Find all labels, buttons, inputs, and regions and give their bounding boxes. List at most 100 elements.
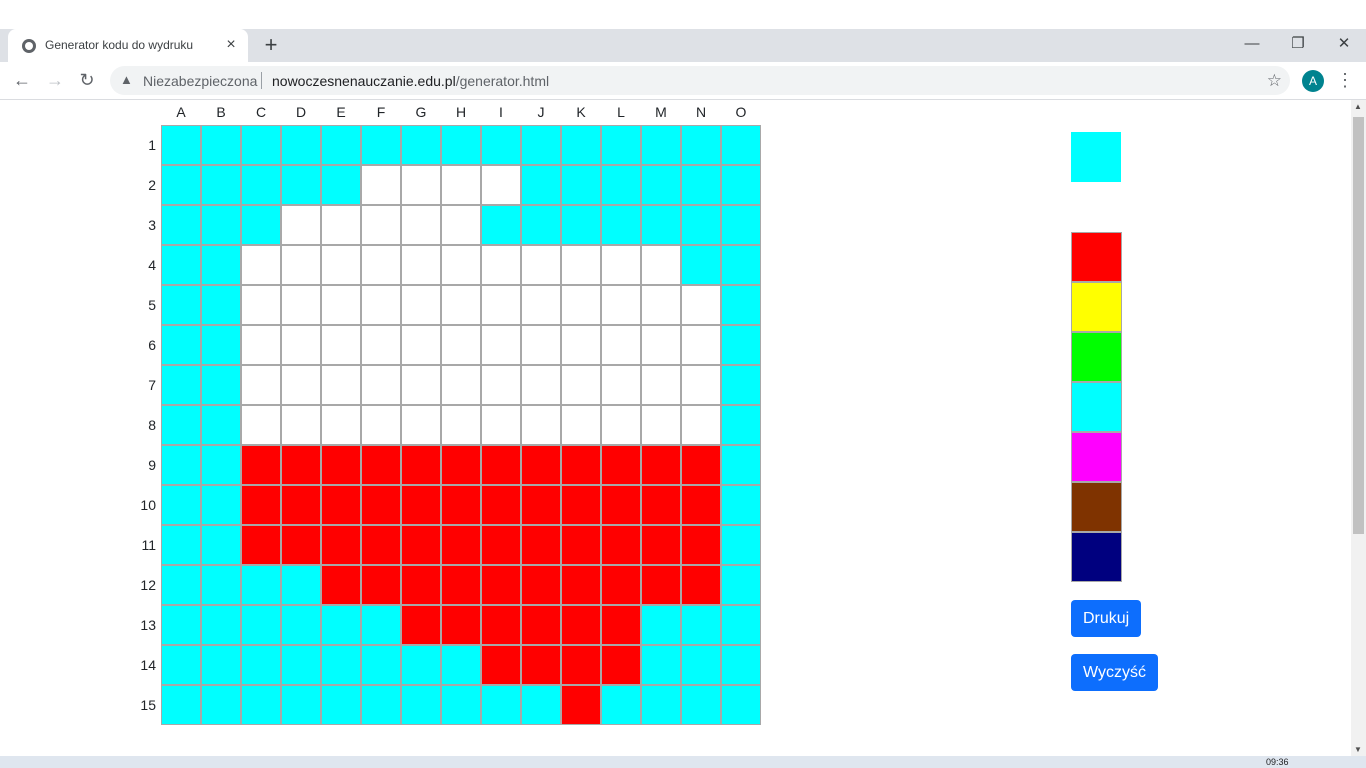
grid-cell-J14[interactable] — [521, 645, 561, 685]
grid-cell-E6[interactable] — [321, 325, 361, 365]
grid-cell-N11[interactable] — [681, 525, 721, 565]
grid-cell-J7[interactable] — [521, 365, 561, 405]
grid-cell-H14[interactable] — [441, 645, 481, 685]
grid-cell-D13[interactable] — [281, 605, 321, 645]
swatch-magenta[interactable] — [1071, 432, 1122, 482]
grid-cell-J5[interactable] — [521, 285, 561, 325]
grid-cell-D3[interactable] — [281, 205, 321, 245]
grid-cell-J12[interactable] — [521, 565, 561, 605]
swatch-cyan[interactable] — [1071, 382, 1122, 432]
grid-cell-I3[interactable] — [481, 205, 521, 245]
grid-cell-D2[interactable] — [281, 165, 321, 205]
grid-cell-L12[interactable] — [601, 565, 641, 605]
grid-cell-K3[interactable] — [561, 205, 601, 245]
grid-cell-B10[interactable] — [201, 485, 241, 525]
grid-cell-L13[interactable] — [601, 605, 641, 645]
grid-cell-L6[interactable] — [601, 325, 641, 365]
grid-cell-E11[interactable] — [321, 525, 361, 565]
grid-cell-N1[interactable] — [681, 125, 721, 165]
grid-cell-E14[interactable] — [321, 645, 361, 685]
grid-cell-M10[interactable] — [641, 485, 681, 525]
swatch-yellow[interactable] — [1071, 282, 1122, 332]
grid-cell-D1[interactable] — [281, 125, 321, 165]
print-button[interactable]: Drukuj — [1071, 600, 1142, 637]
grid-cell-F11[interactable] — [361, 525, 401, 565]
grid-cell-C10[interactable] — [241, 485, 281, 525]
grid-cell-J6[interactable] — [521, 325, 561, 365]
grid-cell-C15[interactable] — [241, 685, 281, 725]
grid-cell-A10[interactable] — [161, 485, 201, 525]
grid-cell-H8[interactable] — [441, 405, 481, 445]
grid-cell-F14[interactable] — [361, 645, 401, 685]
grid-cell-I14[interactable] — [481, 645, 521, 685]
new-tab-button[interactable]: + — [260, 33, 282, 57]
grid-cell-M3[interactable] — [641, 205, 681, 245]
grid-cell-A9[interactable] — [161, 445, 201, 485]
grid-cell-E7[interactable] — [321, 365, 361, 405]
back-arrow-icon[interactable]: ← — [10, 68, 34, 92]
grid-cell-M5[interactable] — [641, 285, 681, 325]
grid-cell-G3[interactable] — [401, 205, 441, 245]
grid-cell-F7[interactable] — [361, 365, 401, 405]
grid-cell-G12[interactable] — [401, 565, 441, 605]
grid-cell-L10[interactable] — [601, 485, 641, 525]
grid-cell-A5[interactable] — [161, 285, 201, 325]
grid-cell-B3[interactable] — [201, 205, 241, 245]
grid-cell-C9[interactable] — [241, 445, 281, 485]
grid-cell-A8[interactable] — [161, 405, 201, 445]
grid-cell-K10[interactable] — [561, 485, 601, 525]
grid-cell-B15[interactable] — [201, 685, 241, 725]
grid-cell-G15[interactable] — [401, 685, 441, 725]
forward-arrow-icon[interactable]: → — [43, 68, 67, 92]
grid-cell-G5[interactable] — [401, 285, 441, 325]
grid-cell-K13[interactable] — [561, 605, 601, 645]
clear-button[interactable]: Wyczyść — [1071, 654, 1158, 691]
grid-cell-H12[interactable] — [441, 565, 481, 605]
grid-cell-F3[interactable] — [361, 205, 401, 245]
grid-cell-O4[interactable] — [721, 245, 761, 285]
grid-cell-B14[interactable] — [201, 645, 241, 685]
grid-cell-F2[interactable] — [361, 165, 401, 205]
grid-cell-B6[interactable] — [201, 325, 241, 365]
grid-cell-A13[interactable] — [161, 605, 201, 645]
grid-cell-C11[interactable] — [241, 525, 281, 565]
grid-cell-E10[interactable] — [321, 485, 361, 525]
grid-cell-O11[interactable] — [721, 525, 761, 565]
grid-cell-A12[interactable] — [161, 565, 201, 605]
grid-cell-F5[interactable] — [361, 285, 401, 325]
swatch-brown[interactable] — [1071, 482, 1122, 532]
url-text[interactable]: nowoczesnenauczanie.edu.pl/generator.htm… — [272, 73, 549, 89]
grid-cell-J4[interactable] — [521, 245, 561, 285]
grid-cell-K11[interactable] — [561, 525, 601, 565]
grid-cell-L9[interactable] — [601, 445, 641, 485]
profile-avatar[interactable]: A — [1302, 70, 1324, 92]
grid-cell-E4[interactable] — [321, 245, 361, 285]
grid-cell-N5[interactable] — [681, 285, 721, 325]
grid-cell-E13[interactable] — [321, 605, 361, 645]
grid-cell-L14[interactable] — [601, 645, 641, 685]
grid-cell-D12[interactable] — [281, 565, 321, 605]
restore-button[interactable]: ❐ — [1283, 33, 1313, 55]
grid-cell-M12[interactable] — [641, 565, 681, 605]
grid-cell-H13[interactable] — [441, 605, 481, 645]
grid-cell-J10[interactable] — [521, 485, 561, 525]
grid-cell-I13[interactable] — [481, 605, 521, 645]
grid-cell-C8[interactable] — [241, 405, 281, 445]
grid-cell-J3[interactable] — [521, 205, 561, 245]
grid-cell-O2[interactable] — [721, 165, 761, 205]
grid-cell-D10[interactable] — [281, 485, 321, 525]
swatch-red[interactable] — [1071, 232, 1122, 282]
grid-cell-I10[interactable] — [481, 485, 521, 525]
grid-cell-H15[interactable] — [441, 685, 481, 725]
grid-cell-N2[interactable] — [681, 165, 721, 205]
grid-cell-K4[interactable] — [561, 245, 601, 285]
close-tab-icon[interactable]: × — [222, 36, 240, 54]
grid-cell-A11[interactable] — [161, 525, 201, 565]
grid-cell-M11[interactable] — [641, 525, 681, 565]
grid-cell-A2[interactable] — [161, 165, 201, 205]
grid-cell-I7[interactable] — [481, 365, 521, 405]
grid-cell-I8[interactable] — [481, 405, 521, 445]
grid-cell-A4[interactable] — [161, 245, 201, 285]
grid-cell-G1[interactable] — [401, 125, 441, 165]
grid-cell-I1[interactable] — [481, 125, 521, 165]
